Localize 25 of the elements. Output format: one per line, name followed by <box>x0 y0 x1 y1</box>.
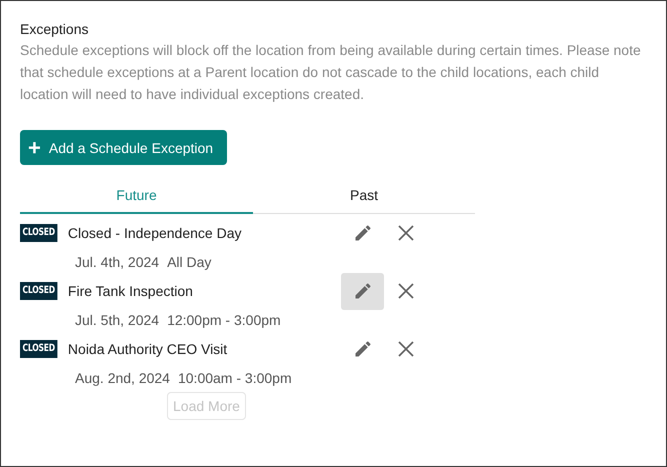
exception-title: Fire Tank Inspection <box>68 283 194 299</box>
exception-date: Aug. 2nd, 2024 <box>75 370 170 386</box>
edit-button[interactable] <box>341 272 384 310</box>
exception-title: Closed - Independence Day <box>68 225 242 241</box>
tab[interactable]: Future <box>20 177 253 214</box>
closed-badge: CLOSED <box>20 224 58 242</box>
plus-icon: + <box>28 136 41 158</box>
exception-title: Noida Authority CEO Visit <box>68 341 228 357</box>
section-title: Exceptions <box>20 21 90 37</box>
close-icon <box>398 341 414 357</box>
closed-badge: CLOSED <box>20 340 58 358</box>
closed-badge: CLOSED <box>20 282 58 300</box>
exception-date: Jul. 4th, 2024 <box>75 254 160 270</box>
pencil-icon <box>352 281 372 301</box>
add-exception-button[interactable]: + Add a Schedule Exception <box>20 130 228 165</box>
exception-date: Jul. 5th, 2024 <box>75 312 160 328</box>
section-description: Schedule exceptions will block off the location from being available during certain times. Please note that schedule exceptions at a Parent location do not cascade to the child locations, each child location will need to have individual exceptions created. <box>20 41 642 104</box>
pencil-icon <box>352 223 372 243</box>
exception-time: 10:00am - 3:00pm <box>178 370 292 386</box>
exception-time: All Day <box>167 254 212 270</box>
tab[interactable]: Past <box>253 177 475 214</box>
pencil-icon <box>352 339 372 359</box>
close-icon <box>398 283 414 299</box>
close-icon <box>398 225 414 241</box>
exception-time: 12:00pm - 3:00pm <box>167 312 281 328</box>
